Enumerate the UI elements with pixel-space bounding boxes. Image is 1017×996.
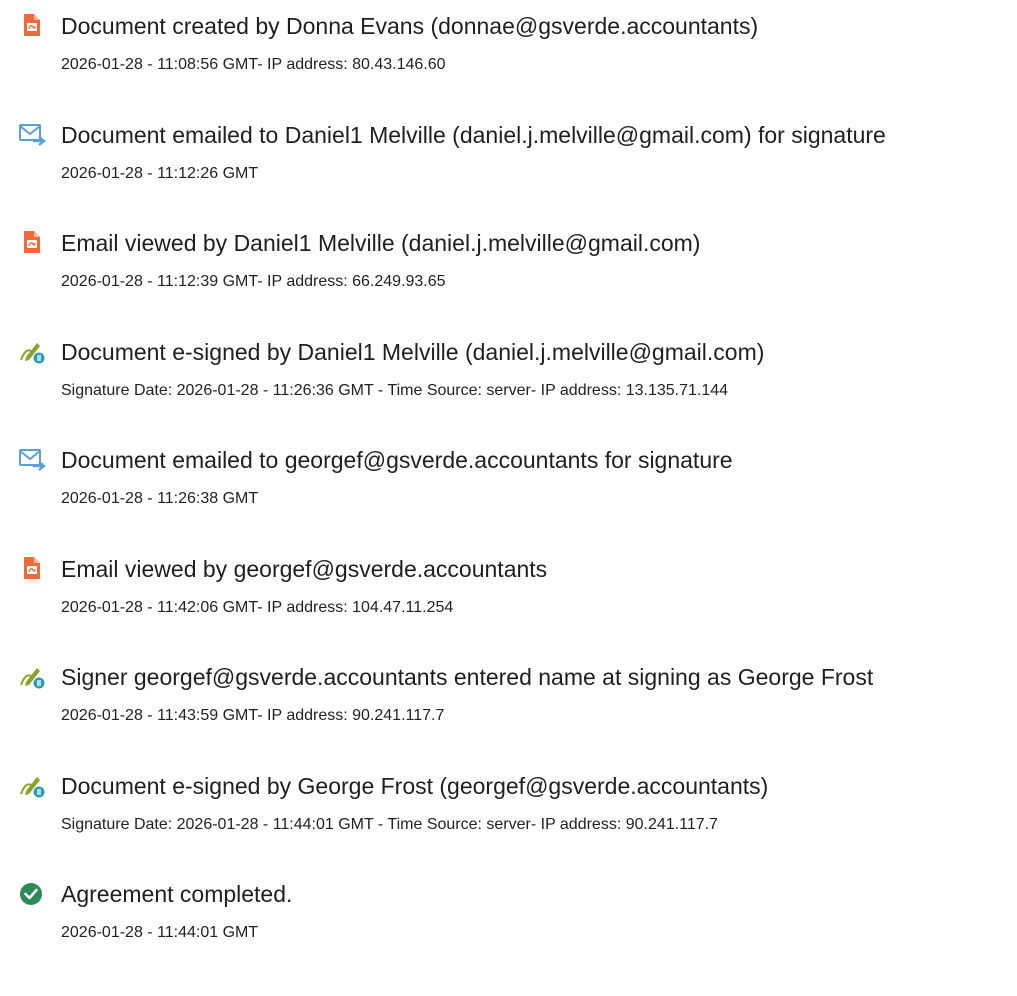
event-title: Document created by Donna Evans (donnae@… [61,13,759,39]
event-detail: 2026-01-28 - 11:44:01 GMT [61,924,259,941]
e-sign-pen-icon [20,343,45,364]
event-detail: Signature Date: 2026-01-28 - 11:26:36 GM… [61,382,729,399]
event-detail: 2026-01-28 - 11:08:56 GMT- IP address: 8… [61,56,446,73]
check-circle-icon [20,883,42,905]
event-detail: 2026-01-28 - 11:26:38 GMT [61,490,259,507]
event-title: Document emailed to Daniel1 Melville (da… [61,122,886,148]
event-title: Email viewed by georgef@gsverde.accounta… [61,556,548,582]
event-detail: 2026-01-28 - 11:12:26 GMT [61,165,259,182]
document-pdf-icon [24,557,40,579]
event-detail: 2026-01-28 - 11:43:59 GMT- IP address: 9… [61,707,445,724]
document-pdf-icon [24,14,40,36]
event-title: Signer georgef@gsverde.accountants enter… [61,664,874,690]
event-detail: 2026-01-28 - 11:12:39 GMT- IP address: 6… [61,273,446,290]
event-title: Document emailed to georgef@gsverde.acco… [61,447,733,473]
email-sent-icon [19,124,46,146]
email-sent-icon [19,449,46,471]
event-title: Document e-signed by Daniel1 Melville (d… [61,339,765,365]
event-detail: 2026-01-28 - 11:42:06 GMT- IP address: 1… [61,599,454,616]
event-title: Document e-signed by George Frost (georg… [61,773,769,799]
event-title: Email viewed by Daniel1 Melville (daniel… [61,230,701,256]
event-title: Agreement completed. [61,881,293,907]
e-sign-pen-icon [20,668,45,689]
e-sign-pen-icon [20,777,45,798]
document-pdf-icon [24,231,40,253]
event-detail: Signature Date: 2026-01-28 - 11:44:01 GM… [61,816,718,833]
